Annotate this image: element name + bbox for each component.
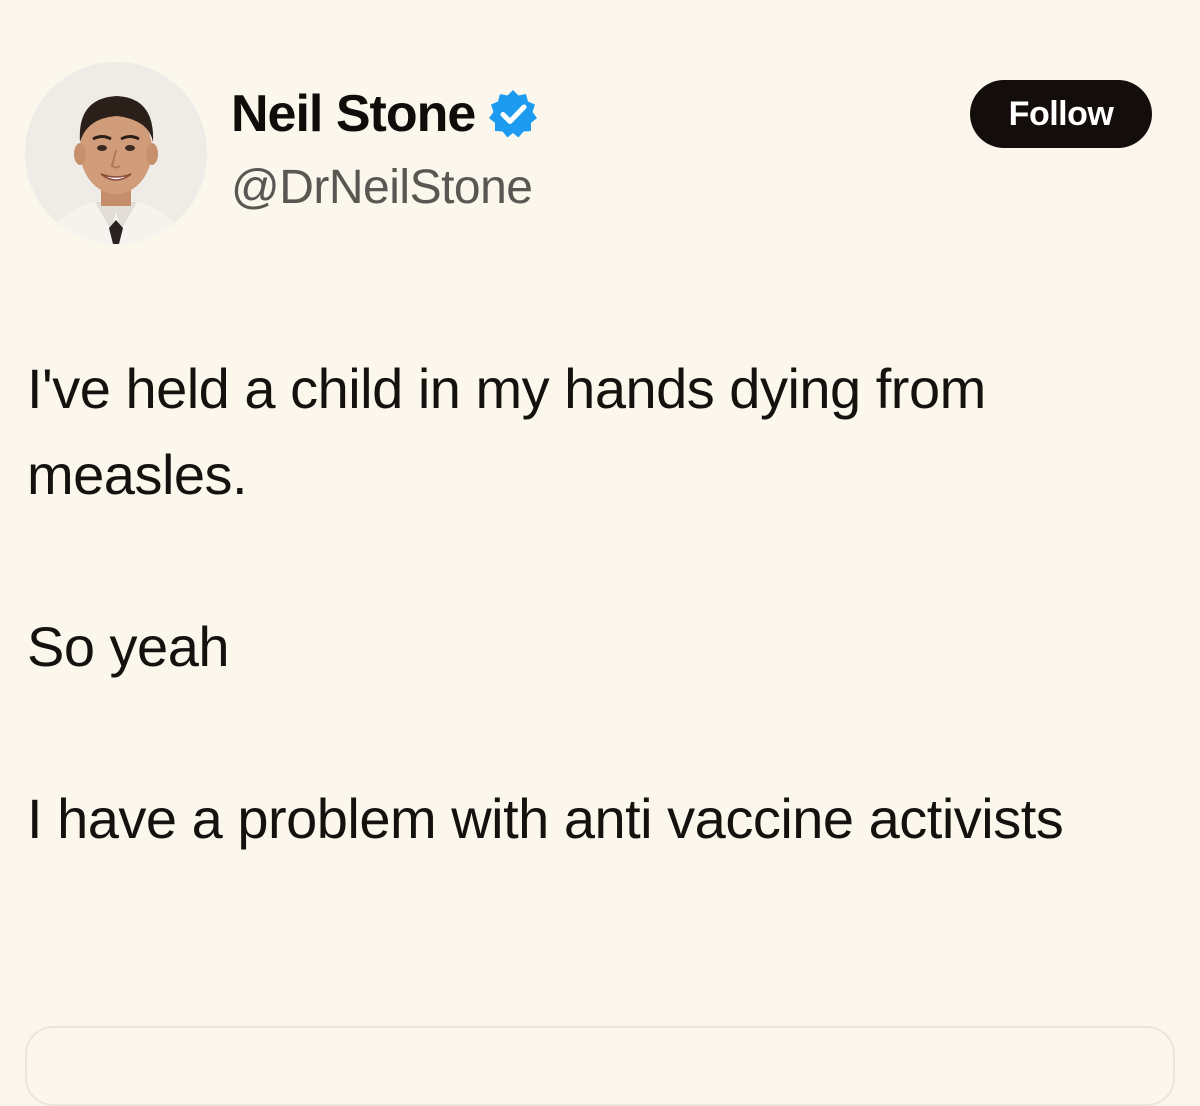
author-name-row: Neil Stone (231, 82, 539, 146)
embedded-card[interactable] (25, 1026, 1175, 1106)
tweet-text: I've held a child in my hands dying from… (27, 346, 1177, 862)
author-handle[interactable]: @DrNeilStone (231, 160, 533, 215)
tweet-paragraph: I've held a child in my hands dying from… (27, 357, 1001, 506)
tweet-container: Neil Stone @DrNeilStone Follow I've held… (0, 0, 1200, 1106)
profile-photo-icon (25, 62, 207, 244)
follow-button[interactable]: Follow (970, 80, 1152, 148)
tweet-paragraph: I have a problem with anti vaccine activ… (27, 787, 1064, 850)
avatar[interactable] (25, 62, 207, 244)
author-display-name[interactable]: Neil Stone (231, 84, 476, 144)
tweet-paragraph: So yeah (27, 615, 230, 678)
verified-badge-icon[interactable] (487, 88, 539, 140)
